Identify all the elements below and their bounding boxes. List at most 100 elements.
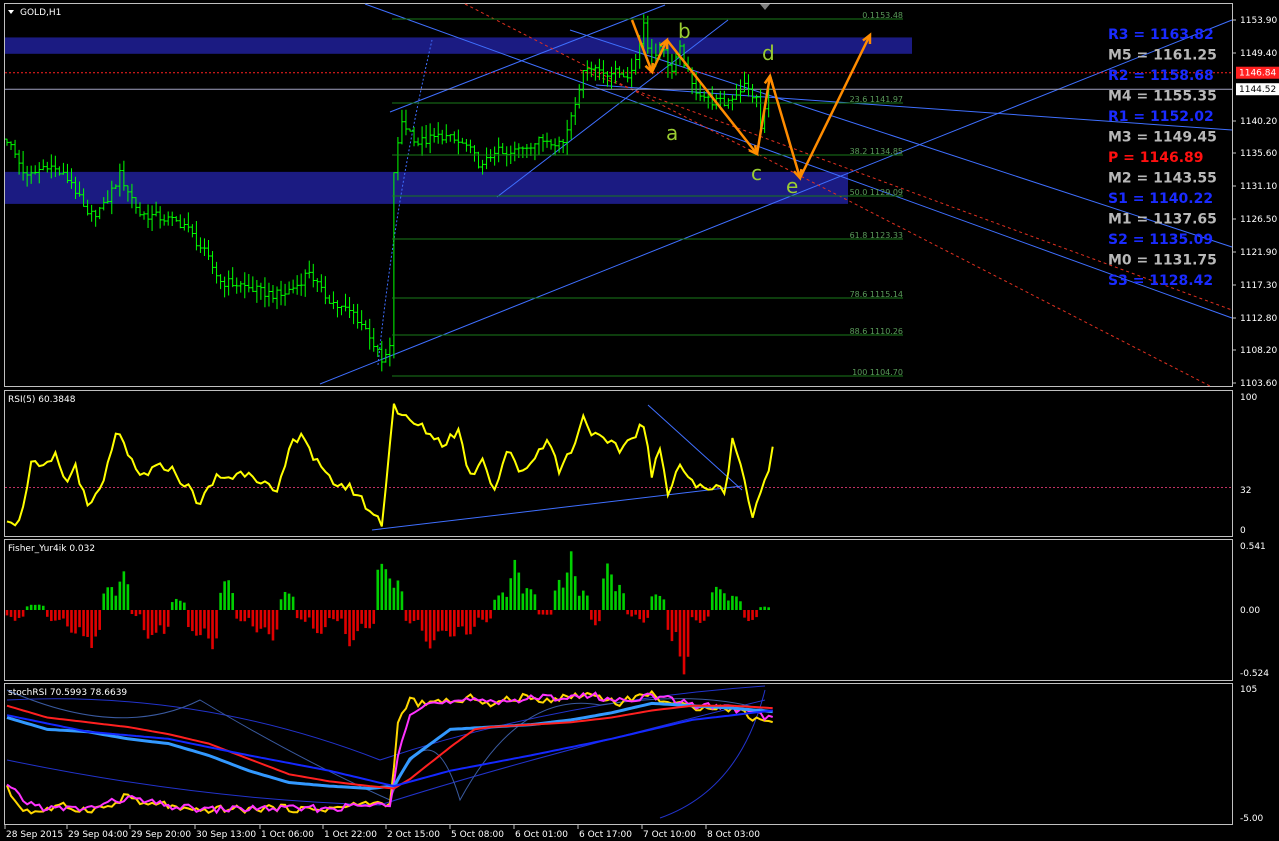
panel-frames xyxy=(4,3,1233,825)
price-bar xyxy=(367,318,372,350)
price-bar xyxy=(262,277,267,308)
price-bar xyxy=(89,204,94,222)
price-bar xyxy=(198,237,203,254)
time-tick-label: 7 Oct 10:00 xyxy=(643,830,696,840)
stoch-line xyxy=(6,691,774,815)
time-tick-label: 29 Sep 20:00 xyxy=(131,830,191,840)
pivot-label: M3 = 1149.45 xyxy=(1108,130,1217,146)
price-bar xyxy=(460,137,465,144)
price-bar xyxy=(41,159,46,171)
price-bar xyxy=(315,278,320,292)
rsi-panel[interactable]: 100 32 0 xyxy=(5,393,1257,536)
price-bar xyxy=(234,277,239,294)
price-bar xyxy=(436,122,441,144)
price-bar xyxy=(218,274,223,290)
price-bar xyxy=(565,119,570,155)
fib-label: 88.6 1110.26 xyxy=(850,327,903,336)
stochrsi-panel[interactable]: 105 -5.00 xyxy=(6,685,1264,824)
price-bar xyxy=(9,141,14,150)
collapse-triangle-icon[interactable] xyxy=(8,10,14,14)
price-bar xyxy=(545,132,550,148)
price-bar xyxy=(416,137,421,147)
price-tick-label: 1140.20 xyxy=(1240,117,1277,127)
price-panel[interactable] xyxy=(5,3,1233,387)
price-tick-label: 1149.40 xyxy=(1240,49,1277,59)
price-bar xyxy=(669,53,674,79)
scroll-marker-icon[interactable] xyxy=(760,4,770,10)
wave-arrow xyxy=(755,75,772,155)
price-bar xyxy=(605,70,610,87)
price-bar xyxy=(93,209,98,227)
price-bar xyxy=(383,348,388,363)
price-bar xyxy=(484,147,489,170)
price-bar xyxy=(311,263,316,288)
price-bar xyxy=(613,60,618,84)
fib-label: 100 1104.70 xyxy=(852,368,903,377)
pivot-label: M5 = 1161.25 xyxy=(1108,48,1217,64)
fib-label: 61.8 1123.33 xyxy=(850,231,903,240)
time-tick-label: 2 Oct 15:00 xyxy=(387,830,440,840)
price-bar xyxy=(182,218,187,231)
pivot-label: R2 = 1158.68 xyxy=(1108,68,1214,84)
price-bar xyxy=(444,124,449,144)
price-bar xyxy=(585,60,590,81)
stoch-title: stochRSI 70.5993 78.6639 xyxy=(8,688,127,698)
rsi-tick-label: 32 xyxy=(1240,486,1251,496)
fisher-title: Fisher_Yur4ik 0.032 xyxy=(8,544,95,554)
price-bar xyxy=(363,320,368,330)
price-bar xyxy=(319,274,324,293)
fisher-panel[interactable]: 0.541 0.00 -0.524 xyxy=(5,542,1269,679)
price-bar xyxy=(170,211,175,226)
price-bar xyxy=(202,238,207,256)
fisher-tick-label: -0.524 xyxy=(1240,669,1269,679)
time-tick-label: 28 Sep 2015 xyxy=(6,830,63,840)
price-bar xyxy=(617,66,622,78)
wave-label-c: c xyxy=(751,161,762,185)
price-bar xyxy=(428,123,433,154)
pivot-label: M2 = 1143.55 xyxy=(1108,171,1217,187)
price-bar xyxy=(355,303,360,329)
price-bar xyxy=(146,204,151,228)
price-bar xyxy=(166,211,171,226)
rsi-tick-label: 0 xyxy=(1240,526,1246,536)
pivot-label: M1 = 1137.65 xyxy=(1108,212,1217,228)
price-bar xyxy=(408,128,412,132)
price-bar xyxy=(528,142,533,157)
price-bar xyxy=(488,149,493,162)
pivot-label: S1 = 1140.22 xyxy=(1108,191,1213,207)
price-bar xyxy=(601,60,606,84)
price-bar xyxy=(472,145,477,162)
price-bar xyxy=(512,141,517,162)
rsi-panel-frame xyxy=(4,390,1233,537)
price-bar xyxy=(738,79,743,104)
price-zone xyxy=(5,37,912,54)
price-bar xyxy=(279,280,284,306)
price-bar xyxy=(540,134,545,152)
price-bar xyxy=(287,281,292,295)
time-tick-label: 6 Oct 17:00 xyxy=(579,830,632,840)
fib-label: 50.0 1129.09 xyxy=(850,188,903,197)
price-bar xyxy=(536,136,541,155)
price-bar xyxy=(573,97,578,126)
price-bar xyxy=(440,129,445,145)
rsi-line xyxy=(6,403,774,527)
price-bar xyxy=(275,286,280,310)
price-bar xyxy=(524,144,529,159)
trading-chart[interactable]: 0.1153.48 23.6 1141.97 38.2 1134.85 50.0 11… xyxy=(0,0,1279,841)
price-bar xyxy=(750,83,755,104)
price-bar xyxy=(242,272,247,299)
price-tick-label: 1112.80 xyxy=(1240,314,1277,324)
price-bar xyxy=(500,143,505,155)
price-bar xyxy=(178,214,183,229)
price-bar xyxy=(387,337,392,367)
time-tick-label: 1 Oct 22:00 xyxy=(324,830,377,840)
price-tick-label: 1131.10 xyxy=(1240,182,1277,192)
price-bar xyxy=(448,134,453,142)
price-bar xyxy=(577,84,582,109)
wave-arrow xyxy=(666,39,758,155)
price-bar xyxy=(206,240,211,260)
price-bar xyxy=(226,270,231,296)
price-bar xyxy=(424,124,429,148)
price-bar xyxy=(359,310,364,331)
price-bar xyxy=(303,269,308,297)
